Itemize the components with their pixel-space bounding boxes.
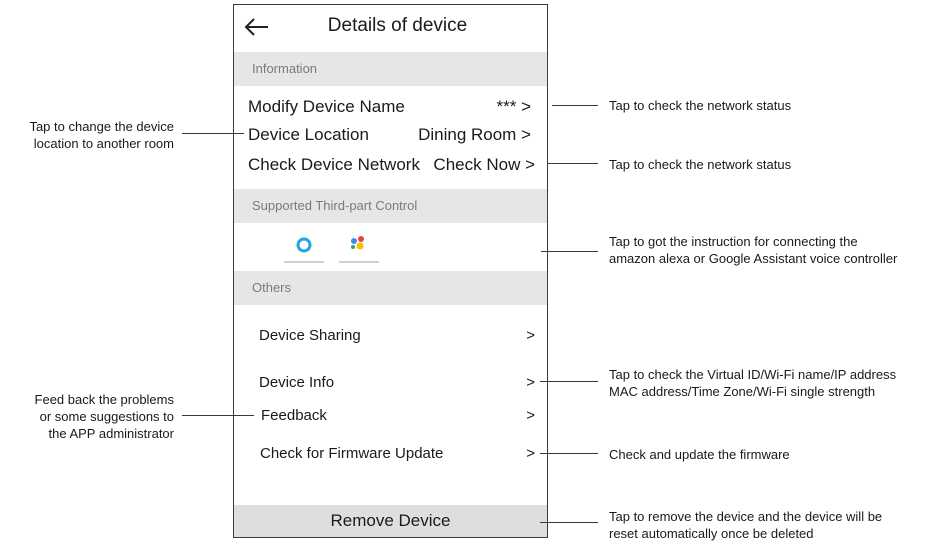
annotation-line: MAC address/Time Zone/Wi-Fi single stren…: [609, 384, 876, 399]
modify-device-name-row[interactable]: Modify Device Name *** >: [234, 93, 547, 121]
section-information: Information: [234, 52, 547, 86]
row-label: Feedback: [261, 407, 327, 424]
leader-line: [541, 251, 598, 252]
annotation-remove: Tap to remove the device and the device …: [609, 508, 882, 542]
annotation-line: the APP administrator: [48, 426, 175, 441]
device-location-row[interactable]: Device Location Dining Room >: [234, 121, 547, 149]
row-label: Device Sharing: [259, 327, 361, 344]
firmware-update-row[interactable]: Check for Firmware Update >: [234, 439, 547, 469]
annotation-line: Tap to change the device: [29, 119, 174, 134]
caption-line: [284, 261, 324, 263]
device-info-row[interactable]: Device Info >: [234, 368, 547, 398]
chevron-right-icon: >: [526, 327, 535, 344]
page-title: Details of device: [327, 15, 468, 36]
annotation-line: location to another room: [33, 136, 174, 151]
amazon-alexa-icon[interactable]: [284, 231, 324, 269]
annotation-firmware: Check and update the firmware: [609, 447, 790, 462]
annotation-line: reset automatically once be deleted: [609, 526, 814, 541]
leader-line: [540, 381, 598, 382]
annotation-line: amazon alexa or Google Assistant voice c…: [609, 251, 898, 266]
annotation-location: Tap to change the device location to ano…: [4, 118, 174, 152]
row-label: Device Info: [259, 374, 335, 391]
remove-device-button[interactable]: Remove Device: [234, 505, 547, 537]
section-third-party: Supported Third-part Control: [234, 189, 547, 223]
row-label: Device Location: [248, 125, 369, 144]
annotation-line: Feed back the problems: [34, 392, 174, 407]
chevron-right-icon: >: [526, 407, 535, 424]
section-others: Others: [234, 271, 547, 305]
leader-line: [540, 453, 598, 454]
check-device-network-row[interactable]: Check Device Network Check Now >: [234, 151, 547, 179]
row-value: Dining Room >: [418, 125, 531, 144]
chevron-right-icon: >: [526, 374, 535, 391]
top-bar: Details of device: [234, 5, 547, 49]
chevron-right-icon: >: [526, 445, 535, 462]
annotation-feedback: Feed back the problems or some suggestio…: [4, 391, 174, 442]
annotation-modify-name: Tap to check the network status: [609, 98, 792, 113]
feedback-row[interactable]: Feedback >: [234, 401, 547, 431]
annotation-line: Tap to check the Virtual ID/Wi-Fi name/I…: [609, 367, 897, 382]
row-label: Check for Firmware Update: [260, 445, 444, 462]
row-label: Check Device Network: [248, 155, 420, 174]
row-label: Modify Device Name: [248, 97, 405, 116]
leader-line: [182, 133, 244, 134]
annotation-line: or some suggestions to: [39, 409, 174, 424]
annotation-line: Tap to got the instruction for connectin…: [609, 234, 858, 249]
caption-line: [339, 261, 379, 263]
annotation-check-network: Tap to check the network status: [609, 157, 792, 172]
leader-line: [548, 163, 598, 164]
row-value: Check Now >: [433, 155, 535, 174]
device-sharing-row[interactable]: Device Sharing >: [234, 321, 547, 351]
row-value: *** >: [496, 97, 532, 116]
phone-screen: Details of device Information Modify Dev…: [233, 4, 548, 538]
annotation-third-party: Tap to got the instruction for connectin…: [609, 233, 897, 267]
google-assistant-icon[interactable]: [339, 231, 379, 269]
leader-line: [552, 105, 598, 106]
annotation-line: Tap to remove the device and the device …: [609, 509, 883, 524]
leader-line: [540, 522, 598, 523]
annotation-device-info: Tap to check the Virtual ID/Wi-Fi name/I…: [609, 366, 896, 400]
leader-line: [182, 415, 254, 416]
